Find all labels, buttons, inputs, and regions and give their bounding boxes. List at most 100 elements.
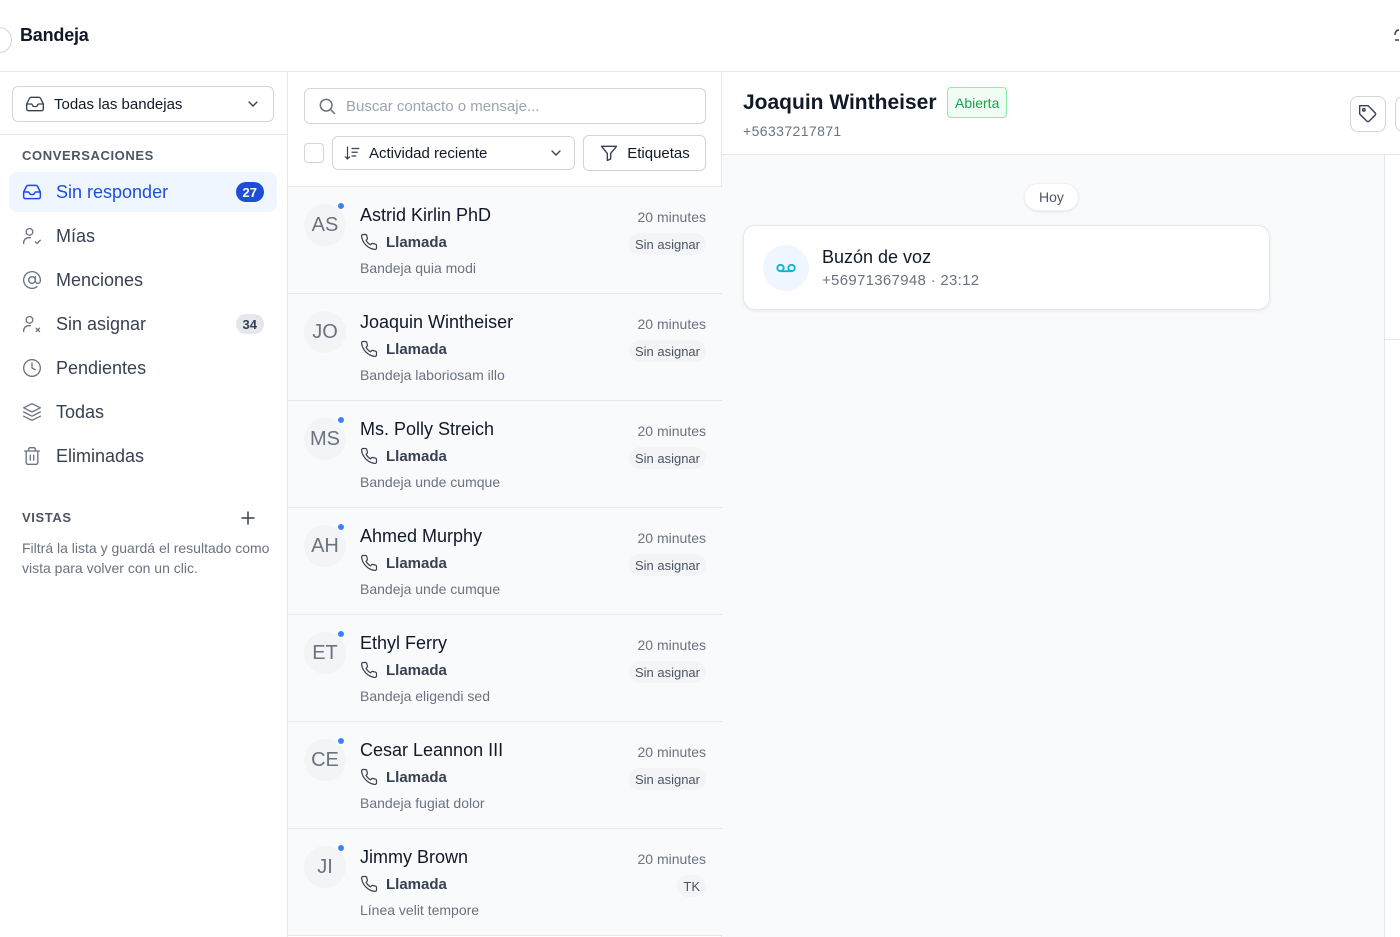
message-thread: Hoy Buzón de voz +56971367948 · 23:12 [722,155,1385,937]
views-section-title: VISTAS [22,510,72,525]
sidebar-item-label: Pendientes [56,357,147,378]
phone-icon [360,340,378,358]
phone-icon [360,661,378,679]
side-panel-edge [1385,155,1400,937]
assignee-badge: TK [677,875,706,897]
sidebar-item-label: Sin responder [56,181,169,202]
collapse-sidebar-button[interactable] [0,27,12,53]
assignee-badge: Sin asignar [628,447,706,469]
channel-label: Llamada [386,340,447,358]
tag-icon [1358,104,1377,123]
status-badge[interactable]: Abierta [947,87,1008,118]
unread-indicator [337,523,345,531]
message-preview: Bandeja quia modi [360,260,476,276]
conversation-row[interactable]: AS Astrid Kirlin PhD 20 minutes Llamada … [288,187,722,294]
top-bar: Bandeja [0,0,1400,72]
search-input[interactable] [346,97,686,115]
message-preview: Bandeja unde cumque [360,581,501,597]
count-badge: 27 [235,182,264,202]
chevron-down-icon [248,101,258,107]
avatar: CE [304,739,346,781]
views-help-text: Filtrá la lista y guardá el resultado co… [22,540,270,576]
chevron-down-icon [551,150,561,156]
tags-filter-button[interactable]: Etiquetas [583,135,706,171]
chat-contact-phone: +56337217871 [743,123,842,139]
unread-indicator [337,737,345,745]
timestamp: 20 minutes [637,637,706,653]
timestamp: 20 minutes [637,530,706,546]
unread-indicator [337,202,345,210]
assignee-badge: Sin asignar [628,554,706,576]
sidebar-item-menciones[interactable]: Menciones [9,260,277,300]
conversation-rows: AS Astrid Kirlin PhD 20 minutes Llamada … [288,187,722,936]
sidebar-nav: Sin responder 27 Mías Menciones Sin asig… [9,172,277,480]
more-button[interactable] [1395,96,1400,132]
inbox-icon [22,182,42,202]
sort-icon [344,146,360,160]
plus-icon [241,511,255,525]
chat-contact-name: Joaquin Wintheiser [743,91,937,114]
contact-name: Ms. Polly Streich [360,419,495,439]
channel-label: Llamada [386,768,447,786]
select-all-checkbox[interactable] [304,143,324,163]
unread-indicator [337,416,345,424]
contact-name: Cesar Leannon III [360,740,504,760]
conversation-row[interactable]: CE Cesar Leannon III 20 minutes Llamada … [288,722,722,829]
avatar: MS [304,418,346,460]
conversations-section-title: CONVERSACIONES [22,148,154,163]
contact-name: Ahmed Murphy [360,526,483,546]
inbox-selector[interactable]: Todas las bandejas [12,86,274,122]
assignee-badge: Sin asignar [628,233,706,255]
sort-select[interactable]: Actividad reciente [332,136,575,170]
channel-label: Llamada [386,233,447,251]
conversation-row[interactable]: MS Ms. Polly Streich 20 minutes Llamada … [288,401,722,508]
sidebar-item-label: Eliminadas [56,445,145,466]
sidebar-item-todas[interactable]: Todas [9,392,277,432]
voicemail-message[interactable]: Buzón de voz +56971367948 · 23:12 [743,225,1270,310]
sort-label: Actividad reciente [369,144,488,162]
channel: Llamada [360,233,447,251]
unread-indicator [337,844,345,852]
chat-panel: Joaquin Wintheiser Abierta +56337217871 … [722,72,1400,937]
add-tag-button[interactable] [1350,96,1386,132]
search-box[interactable] [304,88,706,124]
inbox-icon [26,96,44,112]
avatar: ET [304,632,346,674]
trash-icon [22,446,42,466]
sidebar-item-label: Menciones [56,269,144,290]
channel: Llamada [360,340,447,358]
user-x-icon [22,314,42,334]
conversation-list-panel: Actividad reciente Etiquetas AS Astrid K… [288,72,722,937]
timestamp: 20 minutes [637,423,706,439]
sidebar-item-mias[interactable]: Mías [9,216,277,256]
conversation-row[interactable]: JO Joaquin Wintheiser 20 minutes Llamada… [288,294,722,401]
timestamp: 20 minutes [637,851,706,867]
sidebar-item-sin-responder[interactable]: Sin responder 27 [9,172,277,212]
user-icon[interactable] [1394,28,1400,42]
channel-label: Llamada [386,875,447,893]
message-preview: Bandeja eligendi sed [360,688,490,704]
avatar: JI [304,846,346,888]
sidebar-item-pendientes[interactable]: Pendientes [9,348,277,388]
phone-icon [360,554,378,572]
conversation-row[interactable]: AH Ahmed Murphy 20 minutes Llamada Sin a… [288,508,722,615]
message-meta: +56971367948 · 23:12 [822,272,980,289]
contact-name: Ethyl Ferry [360,633,448,653]
message-preview: Bandeja fugiat dolor [360,795,485,811]
phone-icon [360,875,378,893]
chat-header: Joaquin Wintheiser Abierta +56337217871 [722,72,1400,155]
contact-name: Astrid Kirlin PhD [360,205,492,225]
voicemail-icon [763,245,809,291]
sidebar-item-label: Todas [56,401,105,422]
contact-name: Joaquin Wintheiser [360,312,514,332]
message-preview: Bandeja unde cumque [360,474,501,490]
channel: Llamada [360,554,447,572]
sidebar-item-eliminadas[interactable]: Eliminadas [9,436,277,476]
conversation-row[interactable]: ET Ethyl Ferry 20 minutes Llamada Sin as… [288,615,722,722]
filter-icon [601,145,618,162]
add-view-button[interactable] [238,508,258,528]
sidebar-item-sin-asignar[interactable]: Sin asignar 34 [9,304,277,344]
divider [0,134,288,135]
sidebar-item-label: Mías [56,225,96,246]
conversation-row[interactable]: JI Jimmy Brown 20 minutes Llamada TK Lín… [288,829,722,936]
